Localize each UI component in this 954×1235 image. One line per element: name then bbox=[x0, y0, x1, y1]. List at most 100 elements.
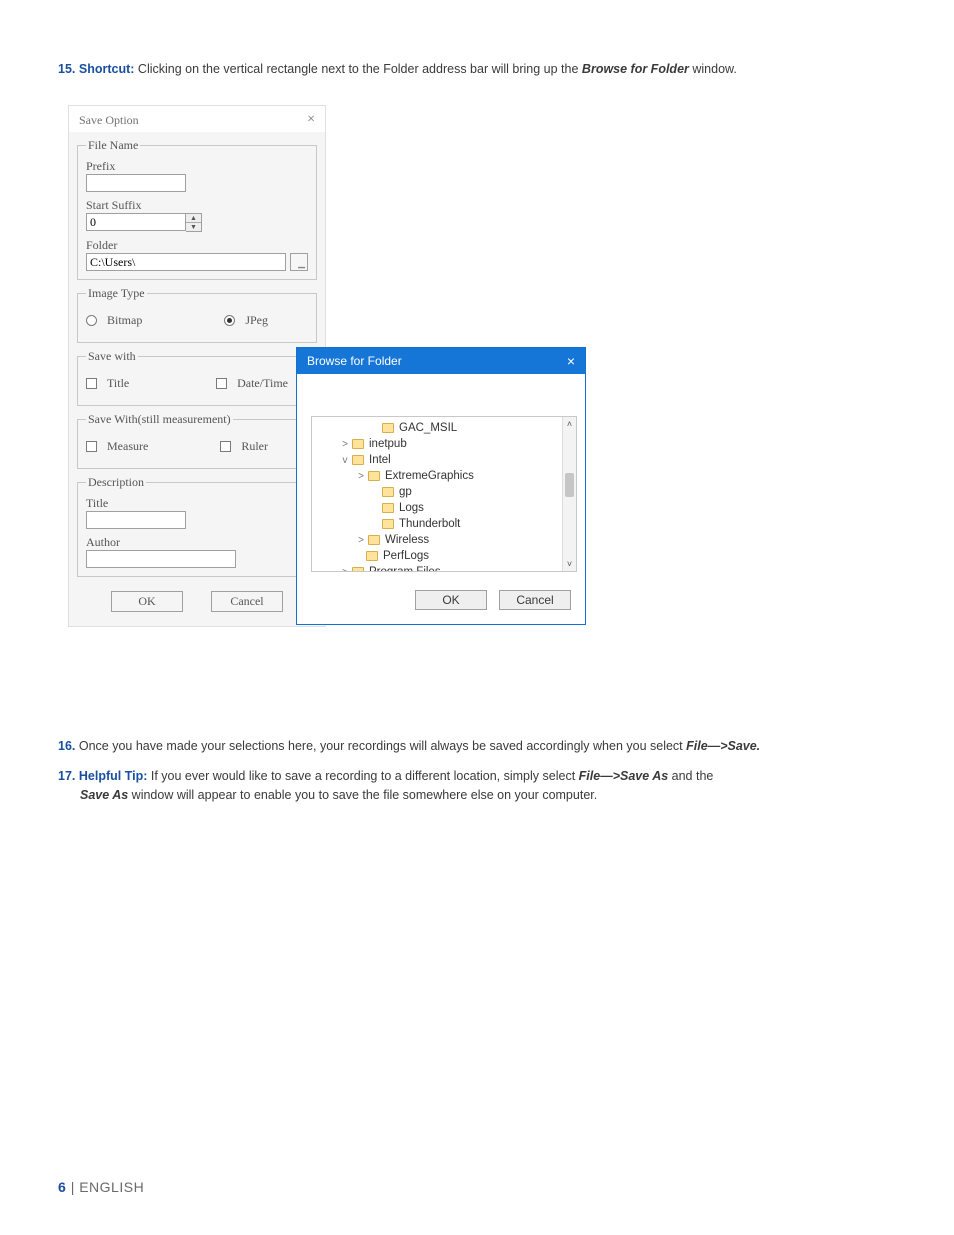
bitmap-radio[interactable]: Bitmap bbox=[86, 313, 142, 328]
tree-node[interactable]: > Wireless bbox=[312, 532, 562, 548]
instruction-bold: File—>Save As bbox=[579, 769, 669, 783]
datetime-checkbox[interactable]: Date/Time bbox=[216, 376, 288, 391]
radio-icon bbox=[86, 315, 97, 326]
folder-tree[interactable]: GAC_MSIL>inetpubvIntel>ExtremeGraphicsgp… bbox=[312, 417, 562, 571]
scroll-down-icon[interactable]: ˅ bbox=[563, 557, 576, 571]
folder-icon bbox=[352, 567, 364, 572]
tree-viewport: GAC_MSIL>inetpubvIntel>ExtremeGraphicsgp… bbox=[311, 416, 577, 572]
checkbox-label: Title bbox=[107, 376, 129, 391]
window-title: Browse for Folder bbox=[307, 354, 402, 368]
folder-icon bbox=[368, 535, 380, 545]
ruler-checkbox[interactable]: Ruler bbox=[220, 439, 268, 454]
instruction-bold: File—>Save. bbox=[686, 739, 760, 753]
window-titlebar: Save Option × bbox=[69, 106, 325, 132]
expander-icon[interactable]: > bbox=[356, 471, 366, 482]
tree-node[interactable]: GAC_MSIL bbox=[312, 420, 562, 436]
start-suffix-input[interactable] bbox=[86, 213, 186, 231]
tree-node[interactable]: > Program Files bbox=[312, 564, 562, 572]
author-label: Author bbox=[86, 535, 308, 550]
title-checkbox[interactable]: Title bbox=[86, 376, 129, 391]
close-icon[interactable]: × bbox=[567, 353, 575, 369]
folder-icon bbox=[368, 471, 380, 481]
cancel-button[interactable]: Cancel bbox=[499, 590, 571, 610]
folder-icon bbox=[366, 551, 378, 561]
expander-icon[interactable]: v bbox=[340, 455, 350, 466]
suffix-stepper[interactable]: ▲▼ bbox=[186, 213, 202, 232]
prefix-input[interactable] bbox=[86, 174, 186, 192]
tree-node-label: Logs bbox=[399, 502, 424, 514]
cancel-button[interactable]: Cancel bbox=[211, 591, 283, 612]
instruction-text: Clicking on the vertical rectangle next … bbox=[138, 62, 579, 76]
radio-icon bbox=[224, 315, 235, 326]
language-label: ENGLISH bbox=[79, 1179, 144, 1195]
scroll-up-icon[interactable]: ˄ bbox=[563, 417, 576, 431]
instruction-bold: Save As bbox=[80, 788, 128, 802]
folder-icon bbox=[382, 503, 394, 513]
instruction-15: 15. Shortcut: Clicking on the vertical r… bbox=[58, 60, 896, 79]
spinner-up-icon[interactable]: ▲ bbox=[186, 214, 201, 223]
tree-node-label: inetpub bbox=[369, 438, 407, 450]
checkbox-icon bbox=[220, 441, 231, 452]
tree-node[interactable]: > inetpub bbox=[312, 436, 562, 452]
folder-icon bbox=[352, 455, 364, 465]
checkbox-label: Measure bbox=[107, 439, 148, 454]
ok-button[interactable]: OK bbox=[415, 590, 487, 610]
tree-node[interactable]: > ExtremeGraphics bbox=[312, 468, 562, 484]
spinner-down-icon[interactable]: ▼ bbox=[186, 223, 201, 231]
tree-node[interactable]: v Intel bbox=[312, 452, 562, 468]
group-legend: Save With(still measurement) bbox=[86, 412, 233, 427]
instruction-17: 17. Helpful Tip: If you ever would like … bbox=[58, 767, 896, 806]
separator: | bbox=[71, 1179, 75, 1195]
jpeg-radio[interactable]: JPeg bbox=[224, 313, 268, 328]
desc-title-label: Title bbox=[86, 496, 308, 511]
tree-node-label: Program Files bbox=[369, 566, 441, 572]
ok-button[interactable]: OK bbox=[111, 591, 183, 612]
radio-label: JPeg bbox=[245, 313, 268, 328]
desc-title-input[interactable] bbox=[86, 511, 186, 529]
radio-label: Bitmap bbox=[107, 313, 142, 328]
checkbox-label: Date/Time bbox=[237, 376, 288, 391]
group-legend: File Name bbox=[86, 138, 140, 153]
browse-folder-window: Browse for Folder × GAC_MSIL > inetpub v Int… bbox=[296, 347, 586, 625]
folder-icon bbox=[382, 487, 394, 497]
instruction-bold: Browse for Folder bbox=[582, 62, 689, 76]
tree-node-label: ExtremeGraphics bbox=[385, 470, 474, 482]
folder-icon bbox=[382, 423, 394, 433]
scroll-thumb[interactable] bbox=[565, 473, 574, 497]
checkbox-icon bbox=[86, 441, 97, 452]
group-legend: Save with bbox=[86, 349, 138, 364]
tree-node[interactable]: PerfLogs bbox=[312, 548, 562, 564]
tree-node-label: GAC_MSIL bbox=[399, 422, 457, 434]
start-suffix-label: Start Suffix bbox=[86, 198, 308, 213]
scrollbar[interactable]: ˄ ˅ bbox=[562, 417, 576, 571]
expander-icon[interactable]: > bbox=[340, 567, 350, 573]
tree-node[interactable]: Logs bbox=[312, 500, 562, 516]
instruction-text: and the bbox=[672, 769, 714, 783]
instruction-text: If you ever would like to save a recordi… bbox=[151, 769, 575, 783]
group-legend: Image Type bbox=[86, 286, 147, 301]
tree-node-label: gp bbox=[399, 486, 412, 498]
measure-checkbox[interactable]: Measure bbox=[86, 439, 148, 454]
tree-node[interactable]: Thunderbolt bbox=[312, 516, 562, 532]
tree-node-label: Intel bbox=[369, 454, 391, 466]
tree-node-label: Wireless bbox=[385, 534, 429, 546]
tree-node-label: PerfLogs bbox=[383, 550, 429, 562]
instruction-text: window. bbox=[692, 62, 736, 76]
window-titlebar: Browse for Folder × bbox=[297, 348, 585, 374]
prefix-label: Prefix bbox=[86, 159, 308, 174]
tree-node-label: Thunderbolt bbox=[399, 518, 460, 530]
window-title: Save Option bbox=[79, 113, 139, 128]
close-icon[interactable]: × bbox=[307, 112, 315, 128]
author-input[interactable] bbox=[86, 550, 236, 568]
expander-icon[interactable]: > bbox=[356, 535, 366, 546]
imagetype-group: Image Type Bitmap JPeg bbox=[77, 286, 317, 343]
expander-icon[interactable]: > bbox=[340, 439, 350, 450]
browse-folder-button[interactable]: ▁ bbox=[290, 253, 308, 271]
filename-group: File Name Prefix Start Suffix ▲▼ Folder … bbox=[77, 138, 317, 280]
save-option-window: Save Option × File Name Prefix Start Suf… bbox=[68, 105, 326, 627]
tree-node[interactable]: gp bbox=[312, 484, 562, 500]
folder-input[interactable] bbox=[86, 253, 286, 271]
tip-label: Helpful Tip: bbox=[79, 769, 148, 783]
checkbox-icon bbox=[216, 378, 227, 389]
page-footer: 6 | ENGLISH bbox=[58, 1179, 144, 1195]
